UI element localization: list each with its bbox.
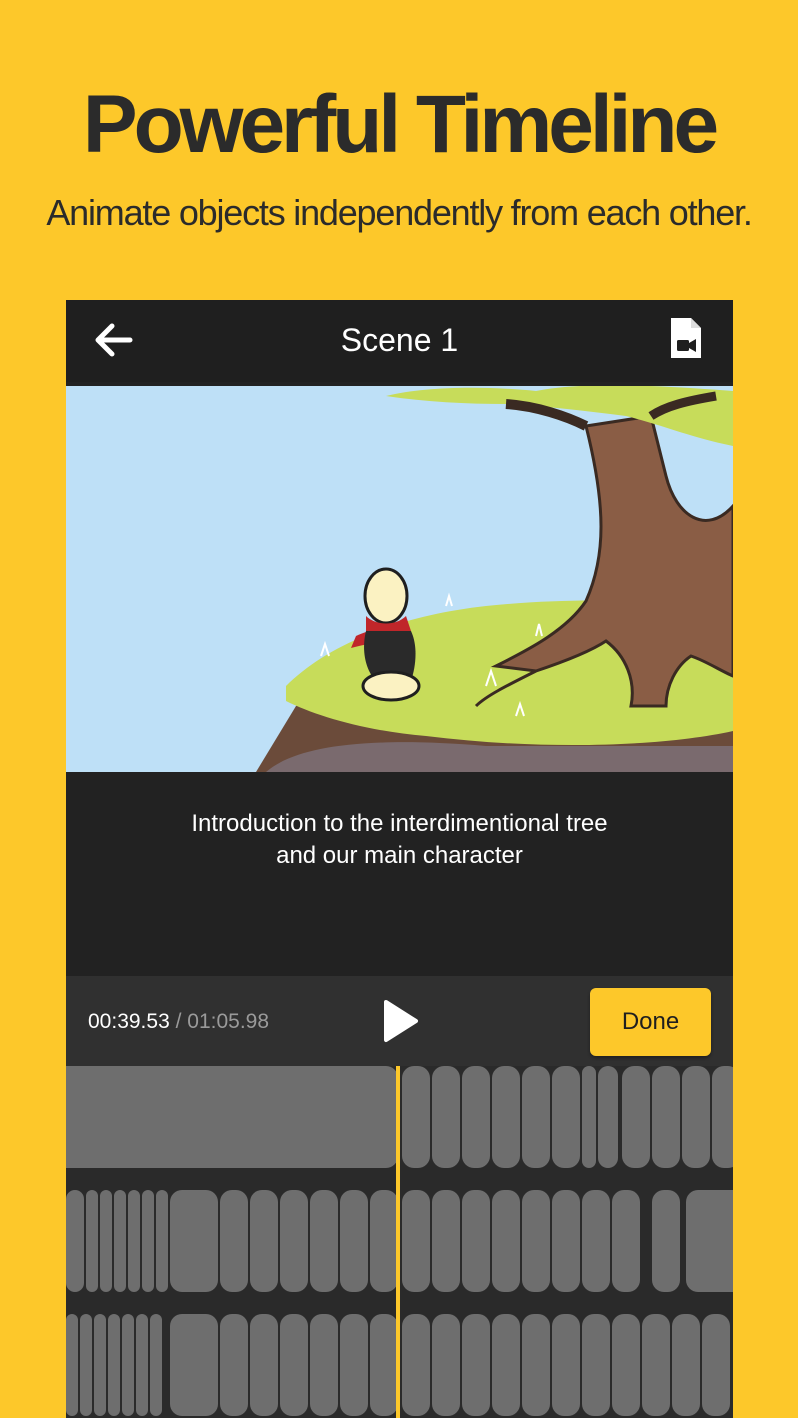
frame-cell[interactable] — [170, 1190, 218, 1292]
frame-cell[interactable] — [582, 1066, 596, 1168]
track-clip[interactable] — [66, 1066, 398, 1168]
frame-cell[interactable] — [552, 1190, 580, 1292]
total-time: 01:05.98 — [187, 1010, 270, 1033]
video-file-icon — [671, 318, 701, 358]
frame-cell[interactable] — [220, 1314, 248, 1416]
timecode: 00:39.53 / 01:05.98 — [88, 1010, 269, 1034]
frame-cell[interactable] — [492, 1190, 520, 1292]
frame-cell[interactable] — [402, 1066, 430, 1168]
frame-cell[interactable] — [582, 1314, 610, 1416]
frame-cell[interactable] — [340, 1190, 368, 1292]
frame-cell[interactable] — [66, 1190, 84, 1292]
frame-cell[interactable] — [100, 1190, 112, 1292]
frame-cell[interactable] — [94, 1314, 106, 1416]
frame-cell[interactable] — [652, 1066, 680, 1168]
play-icon — [384, 1000, 418, 1042]
current-time: 00:39.53 — [88, 1010, 170, 1033]
scene-caption: Introduction to the interdimentional tre… — [66, 808, 733, 872]
frame-cell[interactable] — [432, 1314, 460, 1416]
frame-cell[interactable] — [370, 1314, 398, 1416]
frame-cell[interactable] — [310, 1190, 338, 1292]
frame-cell[interactable] — [552, 1314, 580, 1416]
frame-cell[interactable] — [612, 1190, 640, 1292]
frame-cell[interactable] — [522, 1190, 550, 1292]
frame-cell[interactable] — [522, 1066, 550, 1168]
frame-cell[interactable] — [86, 1190, 98, 1292]
caption-line-2: and our main character — [276, 842, 523, 869]
frame-cell[interactable] — [686, 1190, 733, 1292]
promo-headline: Powerful Timeline — [82, 79, 719, 170]
frame-cell[interactable] — [340, 1314, 368, 1416]
caption-line-1: Introduction to the interdimentional tre… — [191, 810, 608, 837]
frame-cell[interactable] — [80, 1314, 92, 1416]
frame-cell[interactable] — [682, 1066, 710, 1168]
frame-cell[interactable] — [128, 1190, 140, 1292]
frame-cell[interactable] — [712, 1066, 733, 1168]
frame-cell[interactable] — [652, 1190, 680, 1292]
frame-cell[interactable] — [280, 1190, 308, 1292]
playback-controls: 00:39.53 / 01:05.98 Done — [66, 976, 733, 1066]
frame-cell[interactable] — [702, 1314, 730, 1416]
frame-cell[interactable] — [114, 1190, 126, 1292]
export-video-button[interactable] — [669, 316, 703, 360]
frame-cell[interactable] — [310, 1314, 338, 1416]
scene-illustration — [66, 386, 733, 772]
frame-cell[interactable] — [462, 1314, 490, 1416]
frame-cell[interactable] — [642, 1314, 670, 1416]
scene-title: Scene 1 — [340, 322, 459, 358]
frame-cell[interactable] — [220, 1190, 248, 1292]
frame-cell[interactable] — [136, 1314, 148, 1416]
frame-cell[interactable] — [672, 1314, 700, 1416]
frame-cell[interactable] — [622, 1066, 650, 1168]
frame-cell[interactable] — [522, 1314, 550, 1416]
time-separator: / — [169, 1010, 188, 1033]
frame-cell[interactable] — [492, 1314, 520, 1416]
frame-cell[interactable] — [66, 1314, 78, 1416]
frame-cell[interactable] — [432, 1190, 460, 1292]
frame-cell[interactable] — [370, 1190, 398, 1292]
frame-cell[interactable] — [156, 1190, 168, 1292]
frame-cell[interactable] — [432, 1066, 460, 1168]
frame-cell[interactable] — [108, 1314, 120, 1416]
frame-cell[interactable] — [492, 1066, 520, 1168]
frame-cell[interactable] — [122, 1314, 134, 1416]
frame-cell[interactable] — [612, 1314, 640, 1416]
frame-cell[interactable] — [250, 1190, 278, 1292]
app-bar: Scene 1 — [66, 300, 733, 382]
frame-cell[interactable] — [250, 1314, 278, 1416]
promo-subline: Animate objects independently from each … — [46, 192, 752, 233]
frame-cell[interactable] — [582, 1190, 610, 1292]
frame-cell[interactable] — [142, 1190, 154, 1292]
frame-cell[interactable] — [150, 1314, 162, 1416]
done-button[interactable]: Done — [590, 988, 711, 1056]
frame-cell[interactable] — [170, 1314, 218, 1416]
play-button[interactable] — [376, 998, 422, 1044]
frame-cell[interactable] — [402, 1314, 430, 1416]
frame-cell[interactable] — [462, 1190, 490, 1292]
frame-cell[interactable] — [462, 1066, 490, 1168]
frame-cell[interactable] — [552, 1066, 580, 1168]
frame-cell[interactable] — [280, 1314, 308, 1416]
app-screen: Scene 1 Introduction to the interdimenti… — [66, 300, 733, 1418]
frame-cell[interactable] — [598, 1066, 618, 1168]
scene-canvas[interactable] — [66, 386, 733, 772]
timeline-playhead[interactable] — [396, 1066, 400, 1418]
frame-cell[interactable] — [402, 1190, 430, 1292]
